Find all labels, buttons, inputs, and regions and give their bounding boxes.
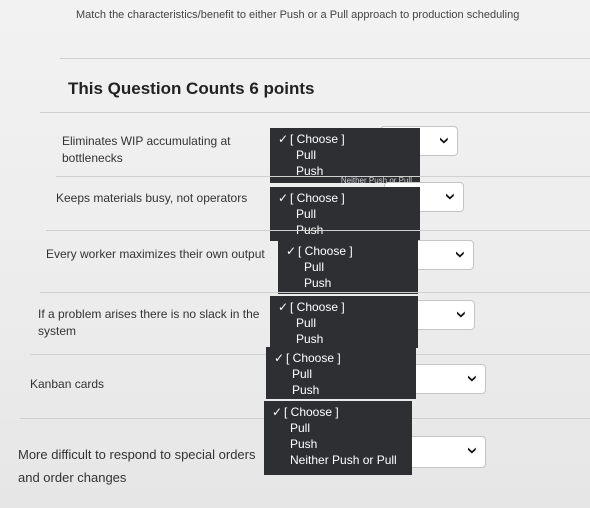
checkmark-icon: ✓ [286,244,297,258]
dropdown-option-pull[interactable]: Pull [274,366,408,382]
checkmark-icon: ✓ [272,405,283,419]
checkmark-icon: ✓ [278,132,289,146]
divider [60,58,590,59]
divider [40,112,590,113]
divider [56,176,590,177]
chevron-down-icon: ❯ [455,249,465,260]
dropdown-option-pull[interactable]: Pull [278,147,412,163]
dropdown-option-push[interactable]: Push [286,275,410,291]
dropdown-option-choose[interactable]: ✓[ Choose ] [278,190,412,206]
row-label-2: Keeps materials busy, not operators [56,191,248,205]
question-prompt: Match the characteristics/benefit to eit… [76,9,520,21]
row-label-1: Eliminates WIP accumulating at bottlenec… [62,134,231,165]
divider [40,292,590,293]
points-heading: This Question Counts 6 points [68,79,315,98]
dropdown-option-pull[interactable]: Pull [278,315,410,331]
dropdown-menu-2: ✓[ Choose ] Pull Push [270,187,420,241]
dropdown-menu-4: ✓[ Choose ] Pull Push [270,296,418,348]
dropdown-option-pull[interactable]: Pull [272,420,404,436]
dropdown-option-pull[interactable]: Pull [286,259,410,275]
chevron-down-icon: ❯ [467,373,477,384]
checkmark-icon: ✓ [278,191,289,205]
dropdown-option-choose[interactable]: ✓[ Choose ] [272,404,404,420]
chevron-down-icon: ❯ [445,191,455,202]
chevron-down-icon: ❯ [456,309,466,320]
row-label-6: More difficult to respond to special ord… [18,447,256,485]
dropdown-option-choose[interactable]: ✓[ Choose ] [286,243,410,259]
row-label-4: If a problem arises there is no slack in… [38,307,260,338]
dropdown-option-pull[interactable]: Pull [278,206,412,222]
checkmark-icon: ✓ [278,300,289,314]
dropdown-option-push[interactable]: Push [278,331,410,347]
divider [46,230,590,231]
dropdown-option-neither[interactable]: Neither Push or Pull [272,452,404,468]
dropdown-option-choose[interactable]: ✓[ Choose ] [278,299,410,315]
dropdown-menu-1: ✓[ Choose ] Pull Push Neither Push or Pu… [270,128,420,185]
dropdown-menu-6: ✓[ Choose ] Pull Push Neither Push or Pu… [264,401,412,475]
row-label-3: Every worker maximizes their own output [46,247,265,261]
chevron-down-icon: ❯ [467,445,477,456]
chevron-down-icon: ❯ [439,135,449,146]
dropdown-option-choose[interactable]: ✓[ Choose ] [274,350,408,366]
dropdown-menu-3: ✓[ Choose ] Pull Push [278,240,418,294]
dropdown-option-push[interactable]: Push [274,382,408,398]
row-label-5: Kanban cards [30,377,105,391]
quiz-question-card: Match the characteristics/benefit to eit… [0,0,590,508]
dropdown-option-choose[interactable]: ✓[ Choose ] [278,131,412,147]
checkmark-icon: ✓ [274,351,285,365]
dropdown-menu-5: ✓[ Choose ] Pull Push [266,347,416,399]
dropdown-option-push[interactable]: Push [272,436,404,452]
